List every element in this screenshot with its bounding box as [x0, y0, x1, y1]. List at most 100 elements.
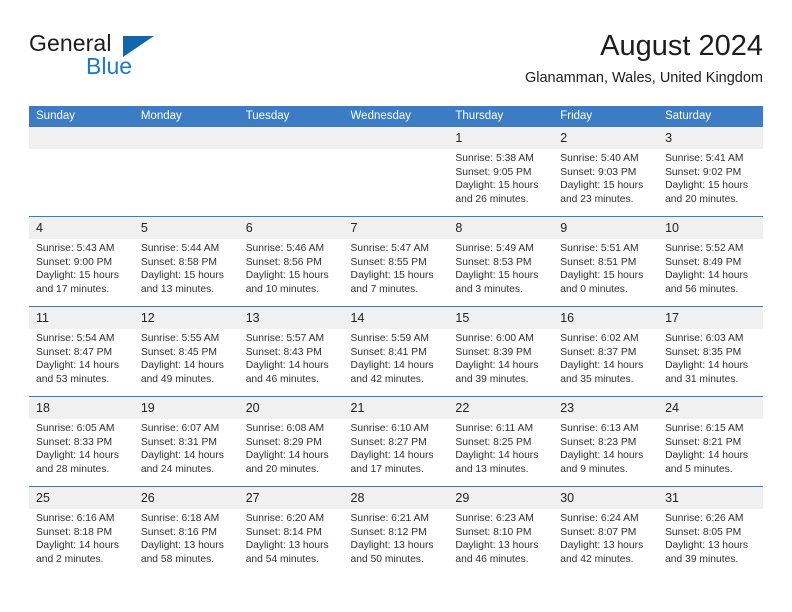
day-details: Sunrise: 5:55 AM Sunset: 8:45 PM Dayligh… [134, 329, 239, 386]
daylight-text-line2: and 5 minutes. [665, 463, 733, 475]
sunrise-text: Sunrise: 6:08 AM [245, 423, 325, 434]
sunrise-text: Sunrise: 6:13 AM [560, 423, 639, 434]
day-cell[interactable]: 2 Sunrise: 5:40 AM Sunset: 9:03 PM Dayli… [553, 127, 659, 217]
daylight-text-line2: and 3 minutes. [455, 283, 523, 295]
daylight-text-line2: and 2 minutes. [36, 553, 104, 565]
day-cell[interactable]: 16 Sunrise: 6:02 AM Sunset: 8:37 PM Dayl… [553, 306, 659, 397]
day-cell[interactable] [343, 127, 449, 217]
daylight-text-line1: Daylight: 14 hours [36, 450, 119, 462]
day-cell[interactable]: 9 Sunrise: 5:51 AM Sunset: 8:51 PM Dayli… [553, 216, 659, 307]
day-number: 21 [343, 397, 449, 419]
daylight-text-line1: Daylight: 14 hours [350, 360, 434, 372]
daylight-text-line2: and 39 minutes. [665, 553, 739, 565]
day-cell[interactable]: 19 Sunrise: 6:07 AM Sunset: 8:31 PM Dayl… [133, 396, 239, 487]
sunset-text: Sunset: 8:53 PM [455, 256, 532, 268]
weekday-header-friday: Friday [553, 106, 659, 127]
day-cell[interactable]: 30 Sunrise: 6:24 AM Sunset: 8:07 PM Dayl… [553, 486, 659, 576]
daylight-text-line1: Daylight: 13 hours [560, 540, 644, 552]
day-cell[interactable]: 29 Sunrise: 6:23 AM Sunset: 8:10 PM Dayl… [448, 486, 554, 576]
sunrise-text: Sunrise: 6:26 AM [665, 513, 744, 524]
day-cell[interactable]: 14 Sunrise: 5:59 AM Sunset: 8:41 PM Dayl… [343, 306, 449, 397]
daylight-text-line1: Daylight: 14 hours [350, 450, 434, 462]
sunset-text: Sunset: 8:55 PM [350, 256, 427, 268]
daylight-text-line2: and 20 minutes. [245, 463, 319, 475]
day-details: Sunrise: 5:41 AM Sunset: 9:02 PM Dayligh… [658, 149, 763, 206]
day-number: 10 [658, 217, 763, 239]
sunrise-text: Sunrise: 5:43 AM [36, 243, 115, 254]
daylight-text-line1: Daylight: 14 hours [245, 360, 329, 372]
sunrise-text: Sunrise: 6:05 AM [36, 423, 115, 434]
day-number: 2 [553, 127, 659, 149]
day-cell[interactable]: 4 Sunrise: 5:43 AM Sunset: 9:00 PM Dayli… [29, 216, 134, 307]
daylight-text-line2: and 13 minutes. [140, 283, 215, 295]
sunset-text: Sunset: 8:35 PM [665, 346, 742, 358]
weekday-header-monday: Monday [133, 106, 239, 127]
daylight-text-line1: Daylight: 15 hours [36, 270, 119, 282]
sunrise-text: Sunrise: 6:16 AM [36, 513, 115, 524]
sunrise-text: Sunrise: 6:02 AM [560, 333, 639, 344]
day-cell[interactable]: 27 Sunrise: 6:20 AM Sunset: 8:14 PM Dayl… [238, 486, 344, 576]
sunset-text: Sunset: 8:27 PM [350, 436, 427, 448]
day-cell[interactable]: 10 Sunrise: 5:52 AM Sunset: 8:49 PM Dayl… [658, 216, 763, 307]
day-cell[interactable]: 18 Sunrise: 6:05 AM Sunset: 8:33 PM Dayl… [29, 396, 134, 487]
daylight-text-line2: and 42 minutes. [350, 373, 424, 385]
sunset-text: Sunset: 8:16 PM [140, 526, 217, 538]
sunset-text: Sunset: 8:23 PM [560, 436, 637, 448]
weekday-header-saturday: Saturday [658, 106, 763, 127]
day-cell[interactable]: 5 Sunrise: 5:44 AM Sunset: 8:58 PM Dayli… [133, 216, 239, 307]
day-cell[interactable]: 26 Sunrise: 6:18 AM Sunset: 8:16 PM Dayl… [133, 486, 239, 576]
day-cell[interactable] [133, 127, 239, 217]
day-cell[interactable]: 7 Sunrise: 5:47 AM Sunset: 8:55 PM Dayli… [343, 216, 449, 307]
day-cell[interactable]: 21 Sunrise: 6:10 AM Sunset: 8:27 PM Dayl… [343, 396, 449, 487]
sunset-text: Sunset: 8:07 PM [560, 526, 637, 538]
sunrise-text: Sunrise: 5:47 AM [350, 243, 429, 254]
sunrise-text: Sunrise: 5:54 AM [36, 333, 115, 344]
sunset-text: Sunset: 8:14 PM [245, 526, 322, 538]
sunrise-text: Sunrise: 5:49 AM [455, 243, 534, 254]
daylight-text-line1: Daylight: 13 hours [350, 540, 434, 552]
daylight-text-line2: and 42 minutes. [560, 553, 634, 565]
daylight-text-line1: Daylight: 15 hours [455, 270, 539, 282]
daylight-text-line1: Daylight: 15 hours [560, 270, 644, 282]
day-cell[interactable]: 28 Sunrise: 6:21 AM Sunset: 8:12 PM Dayl… [343, 486, 449, 576]
sunset-text: Sunset: 8:05 PM [665, 526, 742, 538]
day-cell[interactable]: 11 Sunrise: 5:54 AM Sunset: 8:47 PM Dayl… [29, 306, 134, 397]
day-cell[interactable] [238, 127, 344, 217]
day-cell[interactable]: 25 Sunrise: 6:16 AM Sunset: 8:18 PM Dayl… [29, 486, 134, 576]
day-cell[interactable]: 15 Sunrise: 6:00 AM Sunset: 8:39 PM Dayl… [448, 306, 554, 397]
daylight-text-line1: Daylight: 14 hours [560, 450, 644, 462]
day-number [29, 127, 134, 149]
day-cell[interactable]: 6 Sunrise: 5:46 AM Sunset: 8:56 PM Dayli… [238, 216, 344, 307]
logo-text-blue: Blue [86, 53, 133, 79]
sunrise-text: Sunrise: 6:11 AM [455, 423, 534, 434]
day-details: Sunrise: 5:49 AM Sunset: 8:53 PM Dayligh… [448, 239, 553, 296]
day-cell[interactable] [29, 127, 134, 217]
day-cell[interactable]: 17 Sunrise: 6:03 AM Sunset: 8:35 PM Dayl… [658, 306, 763, 397]
daylight-text-line2: and 53 minutes. [36, 373, 110, 385]
sunrise-text: Sunrise: 6:24 AM [560, 513, 639, 524]
daylight-text-line1: Daylight: 14 hours [245, 450, 329, 462]
day-cell[interactable]: 13 Sunrise: 5:57 AM Sunset: 8:43 PM Dayl… [238, 306, 344, 397]
general-blue-logo[interactable]: General Blue [29, 32, 219, 88]
day-cell[interactable]: 31 Sunrise: 6:26 AM Sunset: 8:05 PM Dayl… [658, 486, 763, 576]
sunset-text: Sunset: 8:25 PM [455, 436, 532, 448]
day-cell[interactable]: 23 Sunrise: 6:13 AM Sunset: 8:23 PM Dayl… [553, 396, 659, 487]
sunrise-text: Sunrise: 6:18 AM [140, 513, 220, 524]
day-cell[interactable]: 3 Sunrise: 5:41 AM Sunset: 9:02 PM Dayli… [658, 127, 763, 217]
day-number: 27 [238, 487, 344, 509]
sunrise-text: Sunrise: 5:38 AM [455, 153, 534, 164]
daylight-text-line1: Daylight: 14 hours [455, 360, 539, 372]
day-cell[interactable]: 8 Sunrise: 5:49 AM Sunset: 8:53 PM Dayli… [448, 216, 554, 307]
calendar-body: 1 Sunrise: 5:38 AM Sunset: 9:05 PM Dayli… [29, 127, 763, 576]
day-cell[interactable]: 12 Sunrise: 5:55 AM Sunset: 8:45 PM Dayl… [133, 306, 239, 397]
day-cell[interactable]: 24 Sunrise: 6:15 AM Sunset: 8:21 PM Dayl… [658, 396, 763, 487]
day-details: Sunrise: 6:26 AM Sunset: 8:05 PM Dayligh… [658, 509, 763, 566]
day-cell[interactable]: 22 Sunrise: 6:11 AM Sunset: 8:25 PM Dayl… [448, 396, 554, 487]
day-details: Sunrise: 5:44 AM Sunset: 8:58 PM Dayligh… [134, 239, 239, 296]
sunset-text: Sunset: 9:03 PM [560, 166, 637, 178]
sunrise-text: Sunrise: 6:07 AM [140, 423, 220, 434]
sunset-text: Sunset: 8:47 PM [36, 346, 113, 358]
day-cell[interactable]: 1 Sunrise: 5:38 AM Sunset: 9:05 PM Dayli… [448, 127, 554, 217]
day-details: Sunrise: 6:15 AM Sunset: 8:21 PM Dayligh… [658, 419, 763, 476]
day-cell[interactable]: 20 Sunrise: 6:08 AM Sunset: 8:29 PM Dayl… [238, 396, 344, 487]
